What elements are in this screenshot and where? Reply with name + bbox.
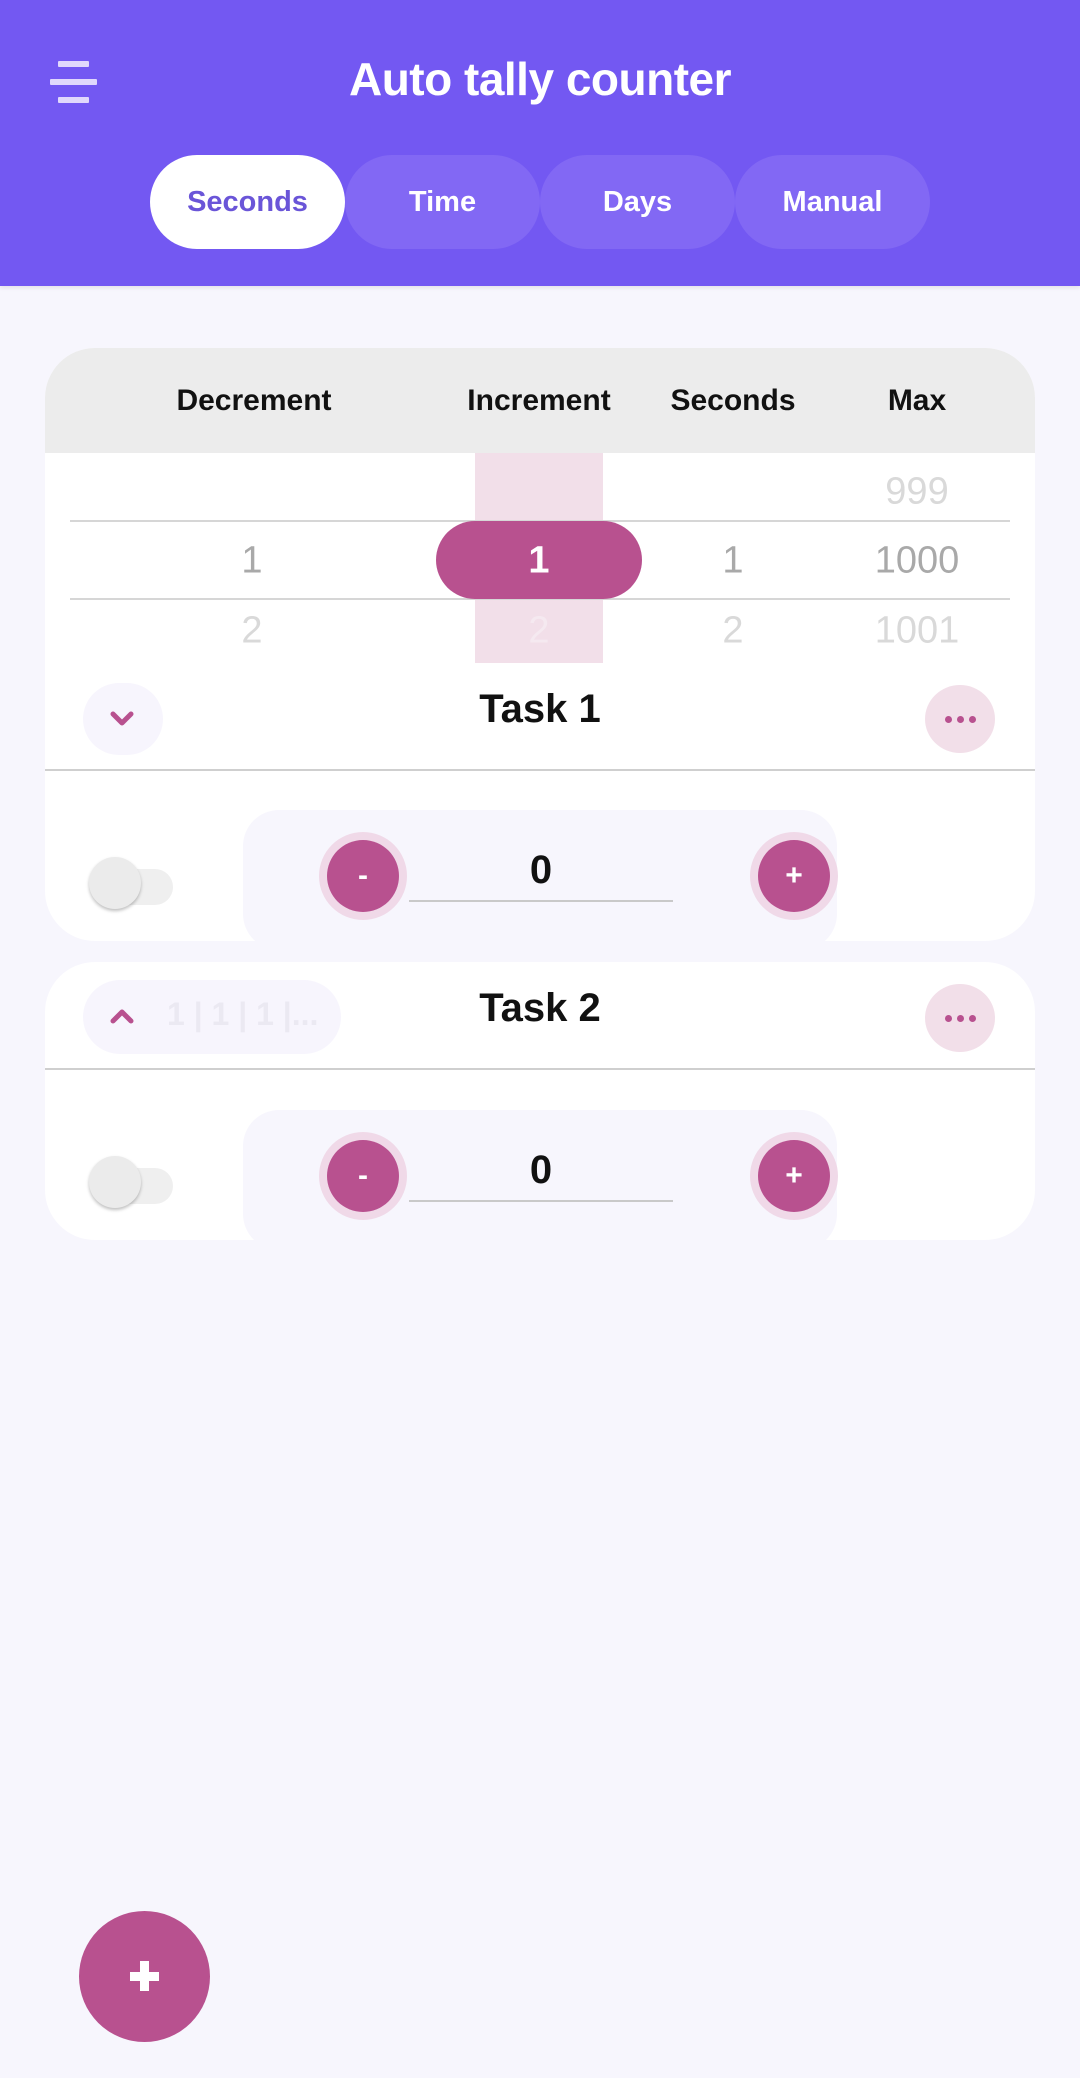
minus-icon: - bbox=[327, 1140, 399, 1212]
tab-time[interactable]: Time bbox=[345, 155, 540, 249]
increment-value-selected[interactable]: 1 bbox=[528, 540, 549, 583]
task-card-2: 1 | 1 | 1 |... Task 2 - 0 + bbox=[45, 962, 1035, 1240]
decrement-button[interactable]: - bbox=[319, 832, 407, 920]
divider bbox=[45, 769, 1035, 771]
counter-stepper: - 0 + bbox=[243, 810, 838, 941]
tab-seconds[interactable]: Seconds bbox=[150, 155, 345, 249]
minus-icon: - bbox=[327, 840, 399, 912]
count-field[interactable]: 0 bbox=[409, 1138, 673, 1202]
column-header-max: Max bbox=[887, 384, 947, 417]
task-title: Task 2 bbox=[479, 986, 601, 1030]
task-header: 1 | 1 | 1 |... Task 2 bbox=[45, 962, 1035, 1067]
value-picker[interactable]: 999 1 1 1 1000 2 2 2 1001 bbox=[45, 453, 1035, 663]
increment-button[interactable]: + bbox=[750, 1132, 838, 1220]
max-value-below[interactable]: 1001 bbox=[875, 610, 960, 653]
decrement-value-below[interactable]: 2 bbox=[241, 610, 262, 653]
more-dots-icon bbox=[944, 1014, 952, 1022]
count-field[interactable]: 0 bbox=[409, 838, 673, 902]
max-value-selected[interactable]: 1000 bbox=[875, 540, 960, 583]
task-card-1: Decrement Increment Seconds Max 999 1 1 … bbox=[45, 348, 1035, 941]
column-header-increment: Increment bbox=[467, 384, 611, 417]
seconds-value-below[interactable]: 2 bbox=[722, 610, 743, 653]
plus-icon: + bbox=[758, 1140, 830, 1212]
decrement-value-selected[interactable]: 1 bbox=[241, 540, 262, 583]
app-title: Auto tally counter bbox=[348, 53, 732, 105]
task-title: Task 1 bbox=[479, 687, 601, 731]
max-value-above[interactable]: 999 bbox=[885, 471, 948, 514]
plus-icon: + bbox=[758, 840, 830, 912]
increment-button[interactable]: + bbox=[750, 832, 838, 920]
picker-header: Decrement Increment Seconds Max bbox=[45, 348, 1035, 453]
more-options-button[interactable] bbox=[925, 685, 995, 753]
counter-stepper: - 0 + bbox=[243, 1110, 838, 1240]
increment-value-below[interactable]: 2 bbox=[528, 610, 549, 653]
more-options-button[interactable] bbox=[925, 984, 995, 1052]
divider bbox=[45, 1068, 1035, 1070]
auto-count-toggle[interactable] bbox=[89, 851, 179, 911]
mode-tabs: Seconds Time Days Manual bbox=[150, 155, 930, 249]
decrement-button[interactable]: - bbox=[319, 1132, 407, 1220]
tab-days[interactable]: Days bbox=[540, 155, 735, 249]
seconds-value-selected[interactable]: 1 bbox=[722, 540, 743, 583]
column-header-seconds: Seconds bbox=[670, 384, 796, 417]
column-header-decrement: Decrement bbox=[176, 384, 332, 417]
more-dots-icon bbox=[944, 715, 952, 723]
add-task-button[interactable] bbox=[79, 1911, 210, 2042]
tab-manual[interactable]: Manual bbox=[735, 155, 930, 249]
app-header: Auto tally counter Seconds Time Days Man… bbox=[0, 0, 1080, 286]
task-header: Task 1 bbox=[45, 663, 1035, 768]
auto-count-toggle[interactable] bbox=[89, 1150, 179, 1210]
